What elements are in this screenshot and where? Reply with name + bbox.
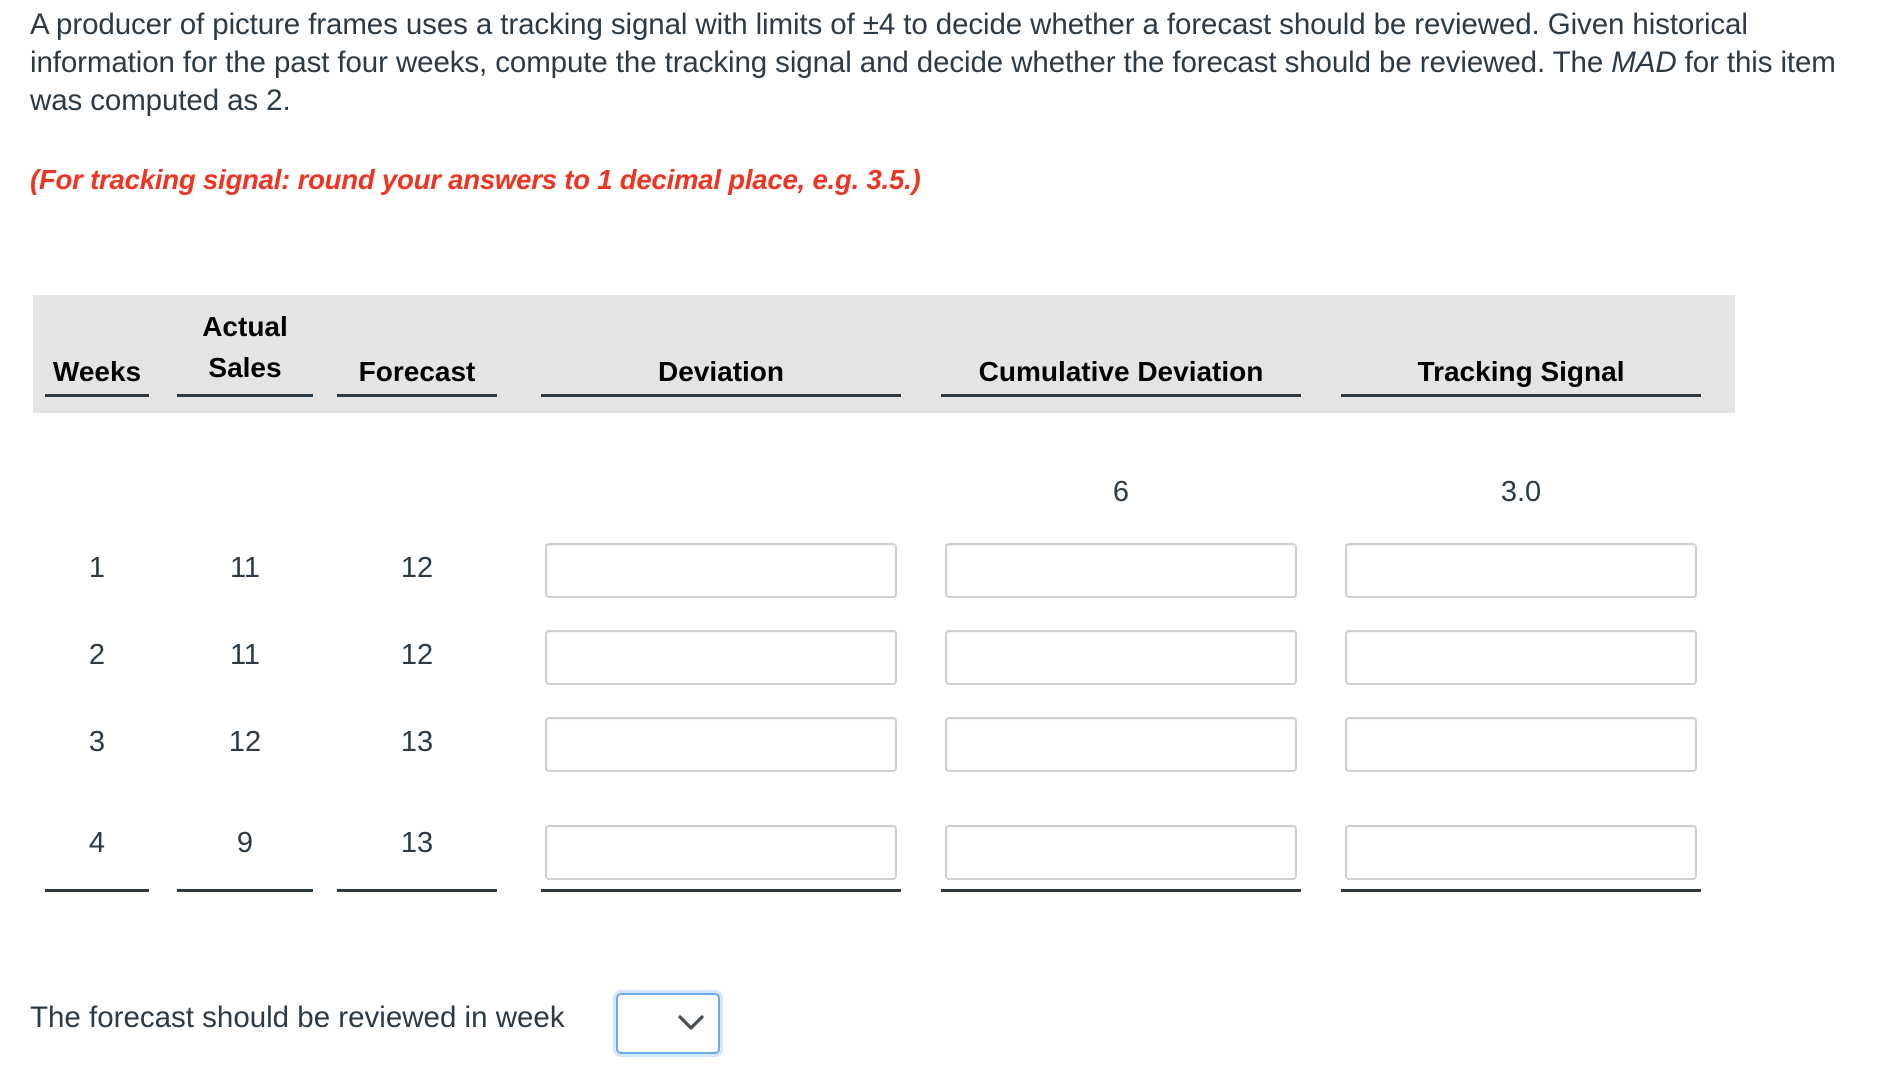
bottom-rule-weeks (45, 889, 149, 892)
column-header-forecast: Forecast (337, 355, 497, 397)
bottom-rule-tracking-signal (1341, 889, 1701, 892)
header-rule-cumulative-deviation (941, 394, 1301, 397)
table-header-row: Weeks Actual Sales Forecast Deviation Cu… (33, 295, 1735, 413)
tracking-signal-input-week-1[interactable] (1345, 543, 1697, 598)
question-text-part1: A producer of picture frames uses a trac… (30, 8, 1748, 79)
bottom-rule-cumulative-deviation (941, 889, 1301, 892)
table-row-forecast-3: 13 (400, 726, 434, 758)
header-rule-tracking-signal (1341, 394, 1701, 397)
cumulative-deviation-input-week-3[interactable] (945, 717, 1297, 772)
column-header-actual-label: Actual (202, 311, 288, 342)
table-row-forecast-1: 12 (400, 552, 434, 584)
table-body: 6 3.0 1 11 12 2 11 12 3 12 13 4 9 13 (33, 413, 1735, 903)
prefill-cumulative-deviation: 6 (1112, 476, 1130, 508)
table-row-week-4: 4 (88, 827, 106, 859)
tracking-signal-table: Weeks Actual Sales Forecast Deviation Cu… (33, 295, 1735, 903)
header-rule-forecast (337, 394, 497, 397)
bottom-rule-actual-sales (177, 889, 313, 892)
rounding-note: (For tracking signal: round your answers… (30, 164, 921, 195)
cumulative-deviation-input-week-4[interactable] (945, 825, 1297, 880)
mad-term: MAD (1611, 46, 1677, 79)
table-row-week-2: 2 (88, 639, 106, 671)
column-header-tracking-signal-label: Tracking Signal (1417, 356, 1625, 387)
review-week-select[interactable]: 1234 (616, 993, 720, 1054)
table-row-forecast-2: 12 (400, 639, 434, 671)
bottom-rule-deviation (541, 889, 901, 892)
column-header-weeks-label: Weeks (52, 356, 142, 387)
deviation-input-week-3[interactable] (545, 717, 897, 772)
deviation-input-week-1[interactable] (545, 543, 897, 598)
header-rule-actual-sales (177, 394, 313, 397)
review-week-label: The forecast should be reviewed in week (30, 1001, 565, 1034)
table-row-week-3: 3 (88, 726, 106, 758)
tracking-signal-input-week-2[interactable] (1345, 630, 1697, 685)
table-row-week-1: 1 (88, 552, 106, 584)
bottom-rule-forecast (337, 889, 497, 892)
column-header-cumulative-deviation-label: Cumulative Deviation (978, 356, 1264, 387)
header-rule-deviation (541, 394, 901, 397)
prefill-tracking-signal: 3.0 (1500, 476, 1542, 508)
table-row-actual-sales-2: 11 (229, 639, 261, 671)
tracking-signal-input-week-4[interactable] (1345, 825, 1697, 880)
table-row-actual-sales-1: 11 (229, 552, 261, 584)
review-week-select-wrapper: 1234 (616, 993, 720, 1054)
worksheet-page: A producer of picture frames uses a trac… (0, 0, 1898, 1074)
question-prompt: A producer of picture frames uses a trac… (30, 6, 1890, 120)
table-row-actual-sales-3: 12 (228, 726, 262, 758)
column-header-forecast-label: Forecast (358, 356, 476, 387)
deviation-input-week-4[interactable] (545, 825, 897, 880)
table-row-forecast-4: 13 (400, 827, 434, 859)
cumulative-deviation-input-week-2[interactable] (945, 630, 1297, 685)
column-header-deviation: Deviation (541, 355, 901, 397)
column-header-weeks: Weeks (45, 355, 149, 397)
column-header-tracking-signal: Tracking Signal (1341, 355, 1701, 397)
table-row-actual-sales-4: 9 (236, 827, 254, 859)
cumulative-deviation-input-week-1[interactable] (945, 543, 1297, 598)
column-header-deviation-label: Deviation (657, 356, 785, 387)
column-header-actual-sales: Actual Sales (177, 306, 313, 397)
deviation-input-week-2[interactable] (545, 630, 897, 685)
header-rule-weeks (45, 394, 149, 397)
column-header-cumulative-deviation: Cumulative Deviation (941, 355, 1301, 397)
tracking-signal-input-week-3[interactable] (1345, 717, 1697, 772)
column-header-sales-label: Sales (208, 352, 282, 383)
